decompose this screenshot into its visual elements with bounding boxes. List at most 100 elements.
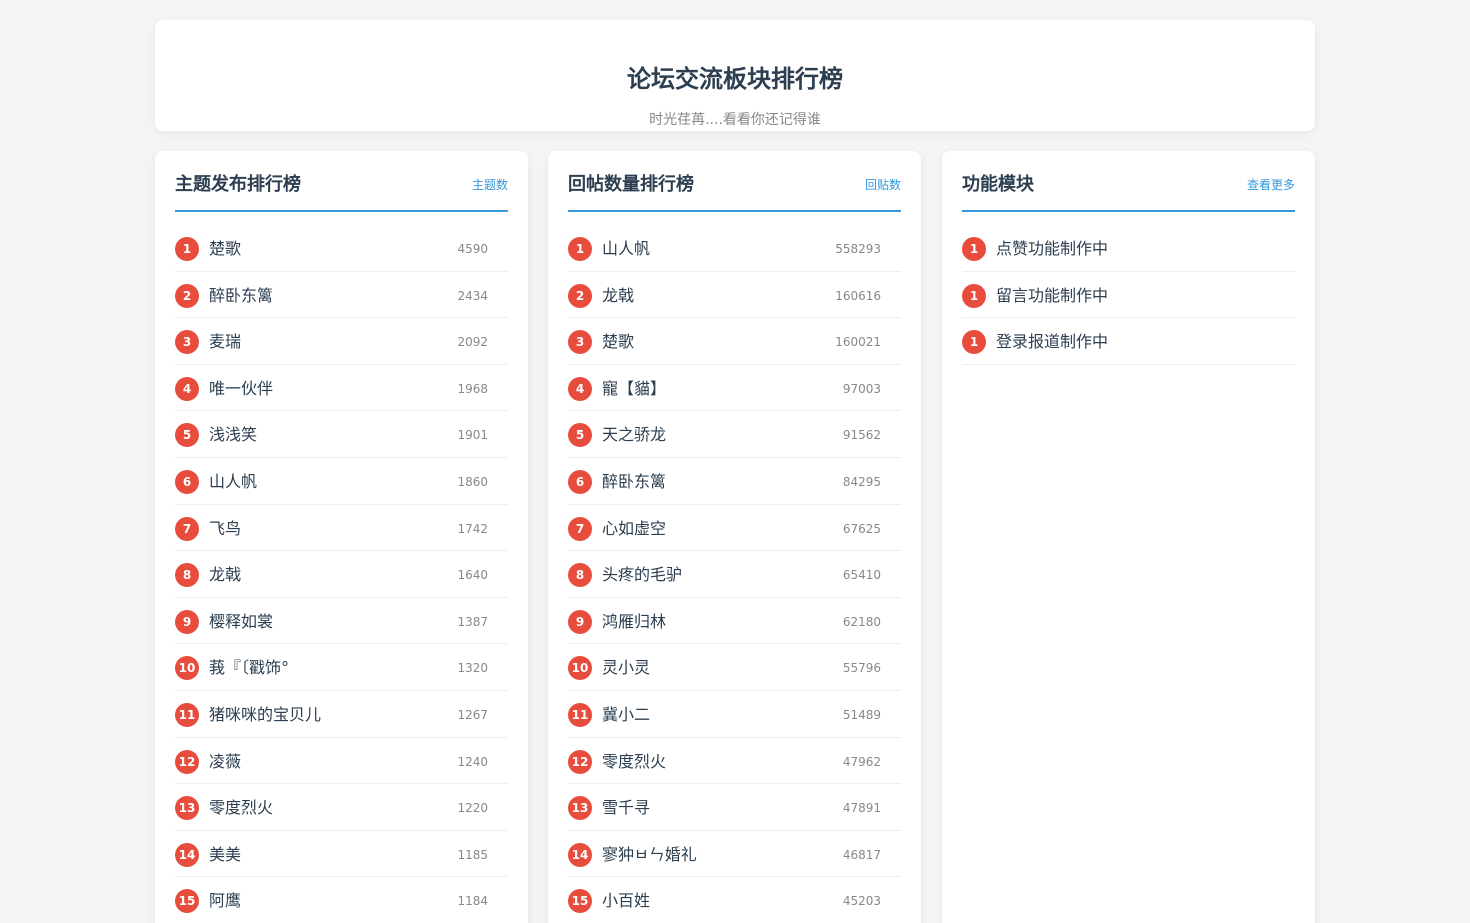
rank-user-name[interactable]: 龙戟 — [209, 564, 241, 586]
rank-row[interactable]: 6 醉卧东篱 84295 — [568, 458, 901, 505]
rank-badge: 11 — [568, 702, 592, 727]
panel-header: 功能模块 查看更多 — [962, 169, 1295, 212]
panel-link-topic-count[interactable]: 主题数 — [472, 177, 508, 193]
rank-badge: 10 — [568, 656, 592, 681]
panel-title: 主题发布排行榜 — [175, 174, 301, 195]
rank-user-name[interactable]: 醉卧东篱 — [602, 471, 666, 493]
rank-row[interactable]: 1 留言功能制作中 — [962, 272, 1295, 319]
rank-row[interactable]: 13 零度烈火 1220 — [175, 784, 508, 831]
rank-badge: 7 — [175, 516, 199, 541]
rank-row[interactable]: 4 寵【貓】 97003 — [568, 365, 901, 412]
rank-count: 2092 — [457, 335, 488, 350]
reply-ranking-panel: 回帖数量排行榜 回贴数 1 山人帆 558293 2 龙戟 160616 3 楚歌 160021… — [548, 151, 921, 923]
rank-count: 160616 — [835, 288, 881, 303]
rank-user-name[interactable]: 楚歌 — [602, 331, 634, 353]
rank-row[interactable]: 1 楚歌 4590 — [175, 225, 508, 272]
rank-user-name[interactable]: 登录报道制作中 — [996, 331, 1108, 353]
rank-user-name[interactable]: 樱释如裳 — [209, 611, 273, 633]
rank-row[interactable]: 6 山人帆 1860 — [175, 458, 508, 505]
rank-badge: 15 — [175, 889, 199, 914]
rank-row[interactable]: 12 零度烈火 47962 — [568, 738, 901, 785]
rank-user-name[interactable]: 美美 — [209, 844, 241, 866]
rank-count: 1901 — [457, 428, 488, 443]
rank-user-name[interactable]: 鸿雁归林 — [602, 611, 666, 633]
rank-row[interactable]: 3 麦瑞 2092 — [175, 318, 508, 365]
panel-link-reply-count[interactable]: 回贴数 — [865, 177, 901, 193]
rank-user-name[interactable]: 阿鹰 — [209, 890, 241, 912]
rank-user-name[interactable]: 山人帆 — [209, 471, 257, 493]
rank-row[interactable]: 5 浅浅笑 1901 — [175, 411, 508, 458]
rank-badge: 5 — [175, 423, 199, 448]
rank-user-name[interactable]: 头疼的毛驴 — [602, 564, 682, 586]
rank-row[interactable]: 11 猪咪咪的宝贝儿 1267 — [175, 691, 508, 738]
rank-row[interactable]: 10 灵小灵 55796 — [568, 644, 901, 691]
rank-user-name[interactable]: 零度烈火 — [602, 751, 666, 773]
rank-badge: 13 — [175, 796, 199, 821]
rank-row[interactable]: 15 小百姓 45203 — [568, 877, 901, 923]
rank-count: 1320 — [457, 661, 488, 676]
rank-row[interactable]: 3 楚歌 160021 — [568, 318, 901, 365]
rank-user-name[interactable]: 雪千寻 — [602, 797, 650, 819]
rank-row[interactable]: 9 鸿雁归林 62180 — [568, 598, 901, 645]
rank-user-name[interactable]: 楚歌 — [209, 238, 241, 260]
rank-count: 1968 — [457, 381, 488, 396]
rank-user-name[interactable]: 零度烈火 — [209, 797, 273, 819]
rank-user-name[interactable]: 心如虚空 — [602, 518, 666, 540]
rank-user-name[interactable]: 寥狆ㅂㄣ婚礼 — [602, 844, 697, 866]
rank-count: 91562 — [842, 428, 881, 443]
rank-count: 1860 — [457, 474, 488, 489]
rank-badge: 2 — [175, 283, 199, 308]
rank-row[interactable]: 1 山人帆 558293 — [568, 225, 901, 272]
rank-row[interactable]: 1 点赞功能制作中 — [962, 225, 1295, 272]
rank-row[interactable]: 11 冀小二 51489 — [568, 691, 901, 738]
panel-link-view-more[interactable]: 查看更多 — [1247, 177, 1295, 193]
rank-row[interactable]: 7 心如虚空 67625 — [568, 505, 901, 552]
rank-count: 1185 — [457, 847, 488, 862]
rank-badge: 14 — [568, 842, 592, 867]
rank-badge: 3 — [175, 330, 199, 355]
header-card: 论坛交流板块排行榜 时光荏苒....看看你还记得谁 — [155, 20, 1315, 131]
rank-badge: 4 — [568, 376, 592, 401]
rank-row[interactable]: 5 天之骄龙 91562 — [568, 411, 901, 458]
rank-row[interactable]: 10 莪『〔戳饰° 1320 — [175, 644, 508, 691]
rank-count: 97003 — [842, 381, 881, 396]
rank-user-name[interactable]: 莪『〔戳饰° — [209, 657, 289, 679]
rank-row[interactable]: 9 樱释如裳 1387 — [175, 598, 508, 645]
rank-row[interactable]: 12 凌薇 1240 — [175, 738, 508, 785]
rank-user-name[interactable]: 浅浅笑 — [209, 424, 257, 446]
rank-user-name[interactable]: 留言功能制作中 — [996, 285, 1108, 307]
rank-user-name[interactable]: 龙戟 — [602, 285, 634, 307]
rank-badge: 1 — [568, 237, 592, 261]
rank-row[interactable]: 15 阿鹰 1184 — [175, 877, 508, 923]
rank-user-name[interactable]: 点赞功能制作中 — [996, 238, 1108, 260]
rank-user-name[interactable]: 寵【貓】 — [602, 378, 666, 400]
rank-user-name[interactable]: 灵小灵 — [602, 657, 650, 679]
rank-count: 1220 — [457, 801, 488, 816]
rank-user-name[interactable]: 凌薇 — [209, 751, 241, 773]
rank-user-name[interactable]: 小百姓 — [602, 890, 650, 912]
rank-badge: 15 — [568, 889, 592, 914]
page-title: 论坛交流板块排行榜 — [627, 65, 843, 93]
rank-row[interactable]: 4 唯一伙伴 1968 — [175, 365, 508, 412]
rank-list: 1 点赞功能制作中 1 留言功能制作中 1 登录报道制作中 — [962, 225, 1295, 365]
rank-user-name[interactable]: 冀小二 — [602, 704, 650, 726]
rank-row[interactable]: 2 醉卧东篱 2434 — [175, 272, 508, 319]
rank-badge: 8 — [568, 563, 592, 588]
rank-count: 84295 — [842, 474, 881, 489]
rank-user-name[interactable]: 醉卧东篱 — [209, 285, 273, 307]
rank-row[interactable]: 2 龙戟 160616 — [568, 272, 901, 319]
rank-row[interactable]: 1 登录报道制作中 — [962, 318, 1295, 365]
rank-row[interactable]: 14 美美 1185 — [175, 831, 508, 878]
rank-badge: 12 — [568, 749, 592, 774]
rank-user-name[interactable]: 唯一伙伴 — [209, 378, 273, 400]
rank-row[interactable]: 7 飞鸟 1742 — [175, 505, 508, 552]
rank-row[interactable]: 8 头疼的毛驴 65410 — [568, 551, 901, 598]
rank-user-name[interactable]: 麦瑞 — [209, 331, 241, 353]
rank-user-name[interactable]: 山人帆 — [602, 238, 650, 260]
rank-row[interactable]: 13 雪千寻 47891 — [568, 784, 901, 831]
rank-row[interactable]: 8 龙戟 1640 — [175, 551, 508, 598]
rank-row[interactable]: 14 寥狆ㅂㄣ婚礼 46817 — [568, 831, 901, 878]
rank-user-name[interactable]: 飞鸟 — [209, 518, 241, 540]
rank-user-name[interactable]: 猪咪咪的宝贝儿 — [209, 704, 321, 726]
rank-user-name[interactable]: 天之骄龙 — [602, 424, 666, 446]
